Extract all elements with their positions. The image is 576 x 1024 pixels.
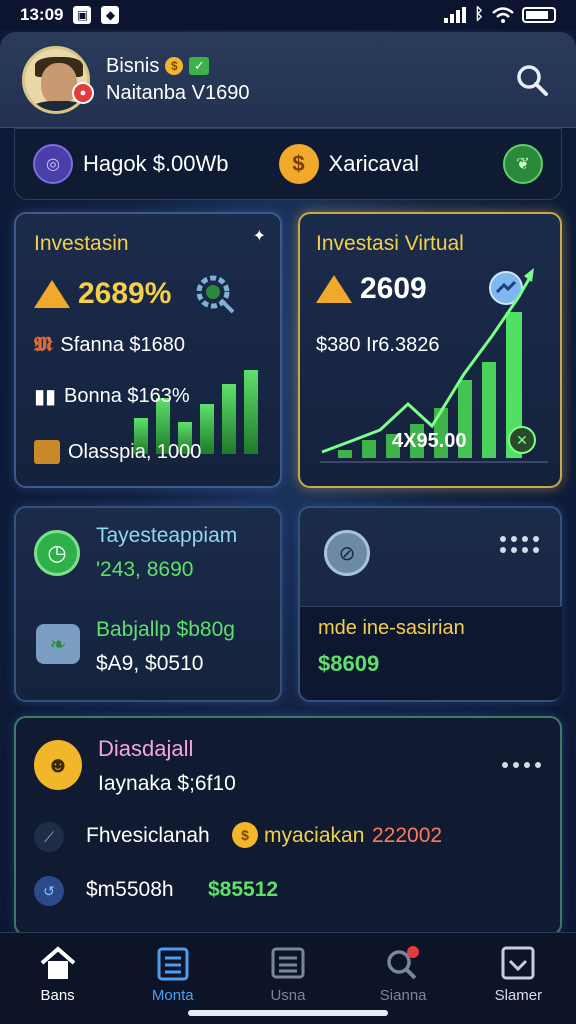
discount-subtitle: Iaynaka $;6f10 [98, 772, 236, 795]
task-value: '243, 8690 [96, 558, 194, 581]
dollar-coin-icon: $ [278, 144, 319, 184]
clipboard-icon [157, 947, 189, 981]
discount-row2-left: $m5508h [86, 878, 174, 901]
side-card-value: $8609 [318, 651, 380, 676]
nav-usna-label: Usna [270, 987, 306, 1004]
side-card-footer: mde ine-sasirian $8609 [300, 606, 562, 700]
investment-card[interactable]: Investasin ✦ 2689% 𝕸 Sfanna $1680 ▮▮ Bon… [14, 212, 282, 488]
side-card[interactable]: ⊘ mde ine-sasirian $8609 [298, 506, 562, 702]
list-icon [271, 947, 305, 979]
gear-search-icon [196, 275, 235, 314]
leaf-icon[interactable]: ❦ [503, 144, 543, 184]
discount-card[interactable]: ☻ Diasdajall Iaynaka $;6f10 ⟋ Fhvesiclan… [14, 716, 562, 936]
coin-icon: $ [165, 57, 184, 75]
clock-icon: ◷ [34, 530, 80, 576]
compass-icon: ⊘ [324, 530, 370, 576]
nav-home[interactable]: Bans [8, 945, 108, 1004]
signal-icon [444, 7, 467, 23]
task-amount: $A9, $0510 [96, 652, 204, 675]
investment-value: 2689% [78, 277, 172, 310]
search-icon[interactable] [514, 62, 550, 98]
side-card-label: mde ine-sasirian [318, 617, 465, 639]
battery-icon [522, 7, 556, 23]
plug-icon: ❧ [36, 624, 80, 664]
balance-left-text: Hagok $.00Wb [83, 151, 229, 176]
task-title: Tayesteappiam [96, 524, 238, 547]
status-time: 13:09 [20, 5, 64, 24]
refresh-icon: ↺ [34, 876, 64, 906]
user-name: Bisnis [106, 54, 160, 77]
nav-home-label: Bans [40, 987, 75, 1004]
investment-row2-icon: ▮▮ [34, 386, 57, 408]
balance-bar: ◎ Hagok $.00Wb $ Xaricaval ❦ [14, 128, 562, 200]
discount-row1-mid: myaciakan [264, 824, 365, 847]
discount-row2-right: $85512 [208, 878, 279, 901]
discount-row1-left: Fhvesiclanah [86, 824, 210, 847]
up-arrow-icon [34, 280, 70, 308]
investment-row1-icon: 𝕸 [34, 334, 53, 356]
more-options-icon[interactable] [500, 536, 542, 553]
user-subtitle: Naitanba V1690 [106, 81, 250, 104]
more-options-icon[interactable] [502, 762, 544, 768]
sparkle-icon: ✦ [252, 228, 266, 245]
balance-right-text: Xaricaval [328, 151, 420, 176]
nav-slamer[interactable]: Slamer [468, 945, 568, 1004]
wifi-icon [492, 7, 514, 23]
record-badge-icon: ● [72, 82, 94, 104]
virtual-chart-label: 4X95.00 [392, 430, 467, 452]
investment-line3: Olasspia, 1000 [68, 440, 202, 463]
edit-icon: ⟋ [34, 822, 64, 852]
nav-sianna[interactable]: Sianna [353, 945, 453, 1004]
nav-sianna-label: Sianna [379, 987, 427, 1004]
wallet-icon: ◎ [33, 144, 73, 184]
nav-monta[interactable]: Monta [123, 945, 223, 1004]
user-info: Bisnis $ ✓ Naitanba V1690 [106, 55, 249, 105]
scan-box-icon [501, 946, 535, 980]
virtual-investment-card[interactable]: Investasi Virtual 2609 $380 Ir6.3826 4X9… [298, 212, 562, 488]
task-card[interactable]: ◷ Tayesteappiam '243, 8690 ❧ Babjallp $b… [14, 506, 282, 702]
profile-header: Bisnis $ ✓ Naitanba V1690 [0, 32, 576, 128]
home-indicator [188, 1010, 388, 1016]
discount-title: Diasdajall [98, 736, 194, 761]
investment-title: Investasin [34, 232, 129, 255]
bluetooth-icon: ᛒ [474, 6, 484, 23]
task-label: Babjallp $b80g [96, 618, 235, 641]
close-circle-icon[interactable]: ✕ [508, 426, 536, 454]
virtual-title: Investasi Virtual [316, 232, 464, 255]
investment-line1: Sfanna $1680 [60, 334, 185, 356]
investment-line2: Bonna $163% [64, 385, 190, 407]
home-icon [40, 946, 75, 979]
verified-icon: ✓ [189, 57, 210, 75]
status-bar: 13:09 ▣ ◆ ᛒ [0, 0, 576, 30]
mascot-icon: ☻ [34, 740, 82, 790]
box-icon [34, 440, 60, 464]
nav-monta-label: Monta [151, 987, 194, 1004]
notification-icon: ▣ [73, 6, 92, 24]
shield-status-icon: ◆ [101, 6, 120, 24]
nav-usna[interactable]: Usna [238, 945, 338, 1004]
discount-row1-right: 222002 [372, 824, 443, 847]
search-notification-icon [387, 946, 420, 980]
nav-slamer-label: Slamer [494, 987, 543, 1004]
coin-icon: $ [232, 822, 258, 848]
